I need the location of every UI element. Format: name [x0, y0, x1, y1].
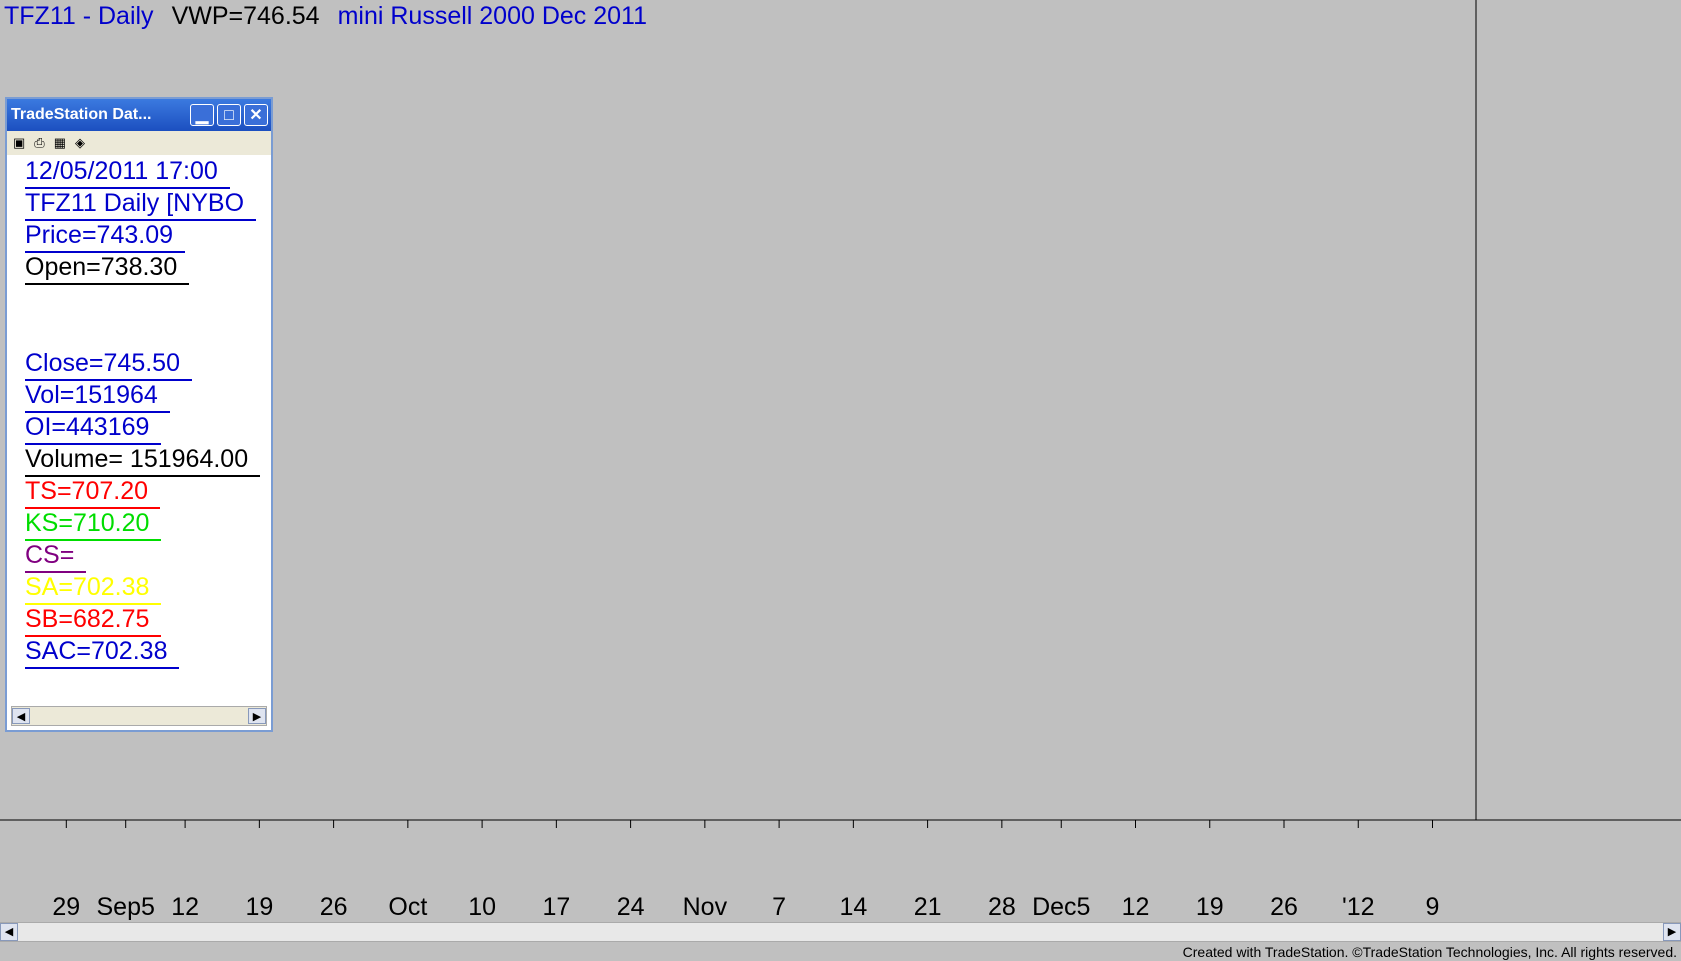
chart-instrument-name: mini Russell 2000 Dec 2011: [337, 2, 648, 30]
data-window-rows: 12/05/2011 17:00 TFZ11 Daily [NYBO Price=7…: [7, 155, 271, 701]
data-window-row: Price=743.09: [25, 219, 186, 253]
data-window-row: High=752.90: [25, 283, 180, 317]
data-window-row: SA=702.38: [25, 571, 162, 605]
x-tick-label: Dec5: [1032, 893, 1090, 921]
scroll-right-icon[interactable]: ▶: [1663, 923, 1681, 941]
data-window-row: Vol=151964: [25, 379, 170, 413]
data-window-row: SAC=702.38: [25, 635, 180, 669]
data-window-title: TradeStation Dat...: [11, 106, 152, 123]
data-window-row: TS=707.20: [25, 475, 161, 509]
x-tick-label: 19: [245, 893, 273, 921]
chart-symbol: TFZ11 - Daily: [4, 2, 154, 30]
print-icon[interactable]: ⎙: [34, 135, 44, 151]
x-tick-label: 26: [1270, 893, 1298, 921]
x-tick-label: Oct: [388, 893, 427, 921]
scroll-left-icon[interactable]: ◀: [0, 923, 18, 941]
x-tick-label: '12: [1342, 893, 1375, 921]
x-tick-label: 21: [914, 893, 942, 921]
x-tick-label: 26: [320, 893, 348, 921]
data-window-row: CS=: [25, 539, 87, 573]
data-window-row: SBC=682.75: [25, 667, 180, 701]
x-tick-label: 19: [1196, 893, 1224, 921]
data-window-row: Low=735.40: [25, 315, 174, 349]
data-window-row: Close=745.50: [25, 347, 192, 381]
footer-credit: Created with TradeStation. ©TradeStation…: [1182, 944, 1677, 960]
x-tick-label: 12: [171, 893, 199, 921]
x-tick-label: 12: [1122, 893, 1150, 921]
grid-icon[interactable]: ▦: [54, 135, 66, 151]
data-window-row: SB=682.75: [25, 603, 162, 637]
x-tick-label: 14: [839, 893, 867, 921]
chart-vwp: VWP=746.54: [171, 2, 320, 30]
x-tick-label: 9: [1426, 893, 1440, 921]
data-window-titlebar[interactable]: TradeStation Dat... ▁ □ ✕: [7, 99, 271, 131]
data-window-row: KS=710.20: [25, 507, 162, 541]
time-axis: 29 Sep5 12 19 26 Oct 10 17 24 Nov 7 14 21 28 Dec5 12 19 2…: [52, 820, 1439, 921]
x-tick-label: 28: [988, 893, 1016, 921]
data-window-toolbar: ▣ ⎙ ▦ ◈: [7, 131, 271, 155]
save-icon[interactable]: ▣: [13, 135, 25, 151]
scroll-right-icon[interactable]: ▶: [248, 708, 266, 724]
data-window-row: TFZ11 Daily [NYBO: [25, 187, 257, 221]
maximize-button[interactable]: □: [217, 104, 241, 126]
close-button[interactable]: ✕: [244, 104, 268, 126]
x-tick-label: Sep5: [97, 893, 155, 921]
chart-title: TFZ11 - Daily VWP=746.54 mini Russell 2000…: [4, 2, 665, 31]
properties-icon[interactable]: ◈: [75, 135, 85, 151]
scroll-left-icon[interactable]: ◀: [12, 708, 30, 724]
x-tick-label: 7: [772, 893, 786, 921]
data-window-row: OI=443169: [25, 411, 162, 445]
data-window-row: 12/05/2011 17:00: [25, 155, 230, 189]
data-window-scrollbar[interactable]: ◀ ▶: [11, 706, 267, 726]
data-window[interactable]: TradeStation Dat... ▁ □ ✕ ▣ ⎙ ▦ ◈ 12/05/…: [5, 97, 273, 732]
x-tick-label: 29: [52, 893, 80, 921]
data-window-row: Volume= 151964.00: [25, 443, 261, 477]
data-window-row: Open=738.30: [25, 251, 190, 285]
x-tick-label: Nov: [683, 893, 728, 921]
x-tick-label: 10: [468, 893, 496, 921]
x-tick-label: 24: [617, 893, 645, 921]
chart-scrollbar[interactable]: ◀ ▶: [0, 922, 1681, 942]
x-tick-label: 17: [542, 893, 570, 921]
minimize-button[interactable]: ▁: [190, 104, 214, 126]
